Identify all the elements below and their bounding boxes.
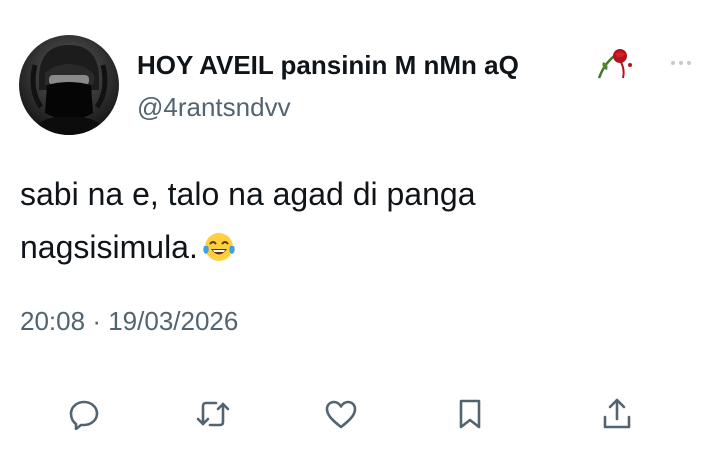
bookmark-icon	[459, 399, 481, 429]
wilted-rose-icon	[597, 48, 637, 87]
avatar[interactable]	[19, 35, 119, 135]
like-button[interactable]	[321, 394, 361, 434]
tweet-text: sabi na e, talo na agad di panga nagsisi…	[20, 168, 700, 280]
timestamp-separator: ·	[92, 306, 101, 336]
tweet-time: 20:08	[20, 306, 86, 336]
reply-icon	[69, 400, 99, 430]
share-button[interactable]	[597, 394, 637, 434]
retweet-icon	[196, 401, 230, 427]
tweet-text-line: nagsisimula.	[20, 221, 700, 280]
share-icon	[603, 398, 631, 429]
display-name[interactable]: HOY AVEIL pansinin M nMn aQ	[137, 50, 519, 81]
tweet-text-fragment: nagsisimula.	[20, 229, 198, 265]
tweet-text-line: sabi na e, talo na agad di panga	[20, 176, 476, 212]
bookmark-button[interactable]	[450, 394, 490, 434]
user-handle[interactable]: @4rantsndvv	[137, 92, 291, 123]
reply-button[interactable]	[64, 394, 104, 434]
avatar-image	[30, 45, 108, 135]
like-icon	[325, 400, 357, 429]
tears-of-joy-emoji	[202, 227, 236, 280]
tweet-date: 19/03/2026	[108, 306, 239, 336]
more-options-icon[interactable]	[671, 61, 691, 65]
retweet-button[interactable]	[193, 394, 233, 434]
tweet-timestamp[interactable]: 20:08 · 19/03/2026	[20, 306, 238, 337]
